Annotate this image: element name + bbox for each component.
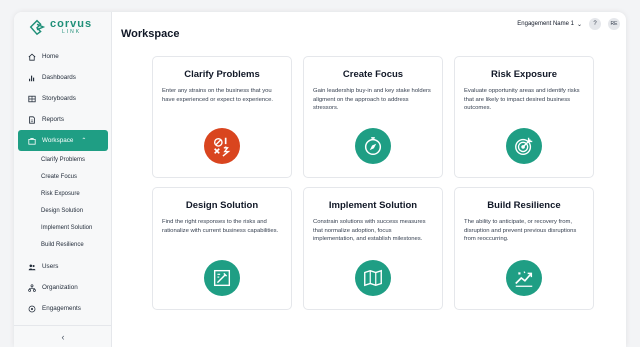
sidebar-subitem-clarify-problems[interactable]: Clarify Problems <box>14 151 112 168</box>
map-icon <box>355 260 391 296</box>
app-window: corvus LINK Home Dashboards Storyboards … <box>14 12 626 347</box>
sidebar-item-label: Dashboards <box>42 74 76 81</box>
help-icon: ? <box>593 21 597 27</box>
bar-chart-icon <box>29 75 35 81</box>
sidebar-subitem-create-focus[interactable]: Create Focus <box>14 168 112 185</box>
sidebar-item-workspace[interactable]: Workspace ⌃ <box>18 130 108 151</box>
home-icon <box>28 53 36 61</box>
avatar[interactable]: RE <box>608 18 620 30</box>
resilience-icon <box>506 260 542 296</box>
sidebar-item-reports[interactable]: Reports <box>14 109 112 130</box>
card-title: Create Focus <box>342 69 404 80</box>
chevron-down-icon: ⌄ <box>576 21 582 28</box>
card-design-solution[interactable]: Design Solution Find the right responses… <box>152 187 292 310</box>
topbar: Engagement Name 1 ⌄ ? RE <box>517 18 620 30</box>
card-risk-exposure[interactable]: Risk Exposure Evaluate opportunity areas… <box>454 56 594 178</box>
briefcase-icon <box>28 137 36 145</box>
sidebar-item-users[interactable]: Users <box>14 256 112 277</box>
help-button[interactable]: ? <box>589 18 601 30</box>
workspace-card-grid: Clarify Problems Enter any strains on th… <box>152 56 594 310</box>
document-icon <box>29 115 35 124</box>
sidebar-item-label: Organization <box>42 284 78 291</box>
engagements-icon <box>28 305 36 312</box>
sidebar-item-label: Reports <box>42 116 65 123</box>
compass-icon <box>355 128 391 164</box>
page-title: Workspace <box>121 28 180 40</box>
chevron-left-icon: ‹ <box>61 331 65 342</box>
card-description: The ability to anticipate, or recovery f… <box>464 219 577 243</box>
chevron-up-icon: ⌃ <box>81 138 87 144</box>
users-icon <box>28 264 36 270</box>
sidebar-item-dashboards[interactable]: Dashboards <box>14 67 112 88</box>
design-icon <box>204 260 240 296</box>
sidebar-item-storyboards[interactable]: Storyboards <box>14 88 112 109</box>
card-title: Implement Solution <box>328 200 418 211</box>
corvus-logo-icon <box>29 19 46 36</box>
engagement-name: Engagement Name 1 <box>517 21 574 27</box>
card-title: Risk Exposure <box>491 69 557 80</box>
sidebar: corvus LINK Home Dashboards Storyboards … <box>14 12 112 347</box>
card-title: Design Solution <box>185 200 259 211</box>
card-title: Clarify Problems <box>184 69 260 80</box>
card-build-resilience[interactable]: Build Resilience The ability to anticipa… <box>454 187 594 310</box>
card-description: Constrain solutions with success measure… <box>313 219 426 243</box>
sidebar-item-engagements[interactable]: Engagements <box>14 298 112 319</box>
card-title: Build Resilience <box>487 200 561 211</box>
sidebar-nav: Home Dashboards Storyboards Reports Work… <box>14 46 112 319</box>
sidebar-item-label: Workspace <box>42 137 74 144</box>
engagement-selector[interactable]: Engagement Name 1 ⌄ <box>517 21 582 28</box>
logo[interactable]: corvus LINK <box>28 18 92 36</box>
sidebar-item-label: Users <box>42 263 59 270</box>
target-icon <box>506 128 542 164</box>
card-clarify-problems[interactable]: Clarify Problems Enter any strains on th… <box>152 56 292 178</box>
storyboard-icon <box>28 95 36 102</box>
problem-icon <box>204 128 240 164</box>
sidebar-subitem-implement-solution[interactable]: Implement Solution <box>14 219 112 236</box>
card-implement-solution[interactable]: Implement Solution Constrain solutions w… <box>303 187 443 310</box>
card-description: Find the right responses to the risks an… <box>162 219 279 234</box>
main-content: Workspace Engagement Name 1 ⌄ ? RE Clari… <box>112 12 626 347</box>
card-description: Enter any strains on the business that y… <box>162 88 274 103</box>
card-create-focus[interactable]: Create Focus Gain leadership buy-in and … <box>303 56 443 178</box>
sidebar-item-label: Home <box>42 53 59 60</box>
sidebar-item-label: Storyboards <box>42 95 76 102</box>
sidebar-item-label: Engagements <box>42 305 81 312</box>
sidebar-collapse-button[interactable]: ‹ <box>14 325 112 347</box>
sidebar-subitem-build-resilience[interactable]: Build Resilience <box>14 236 112 253</box>
sidebar-subitem-risk-exposure[interactable]: Risk Exposure <box>14 185 112 202</box>
organization-icon <box>28 283 36 292</box>
card-description: Evaluate opportunity areas and identify … <box>464 88 580 112</box>
sidebar-item-organization[interactable]: Organization <box>14 277 112 298</box>
card-description: Gain leadership buy-in and key stake hol… <box>313 88 431 112</box>
sidebar-subitem-design-solution[interactable]: Design Solution <box>14 202 112 219</box>
brand-sub: LINK <box>62 29 82 35</box>
sidebar-item-home[interactable]: Home <box>14 46 112 67</box>
